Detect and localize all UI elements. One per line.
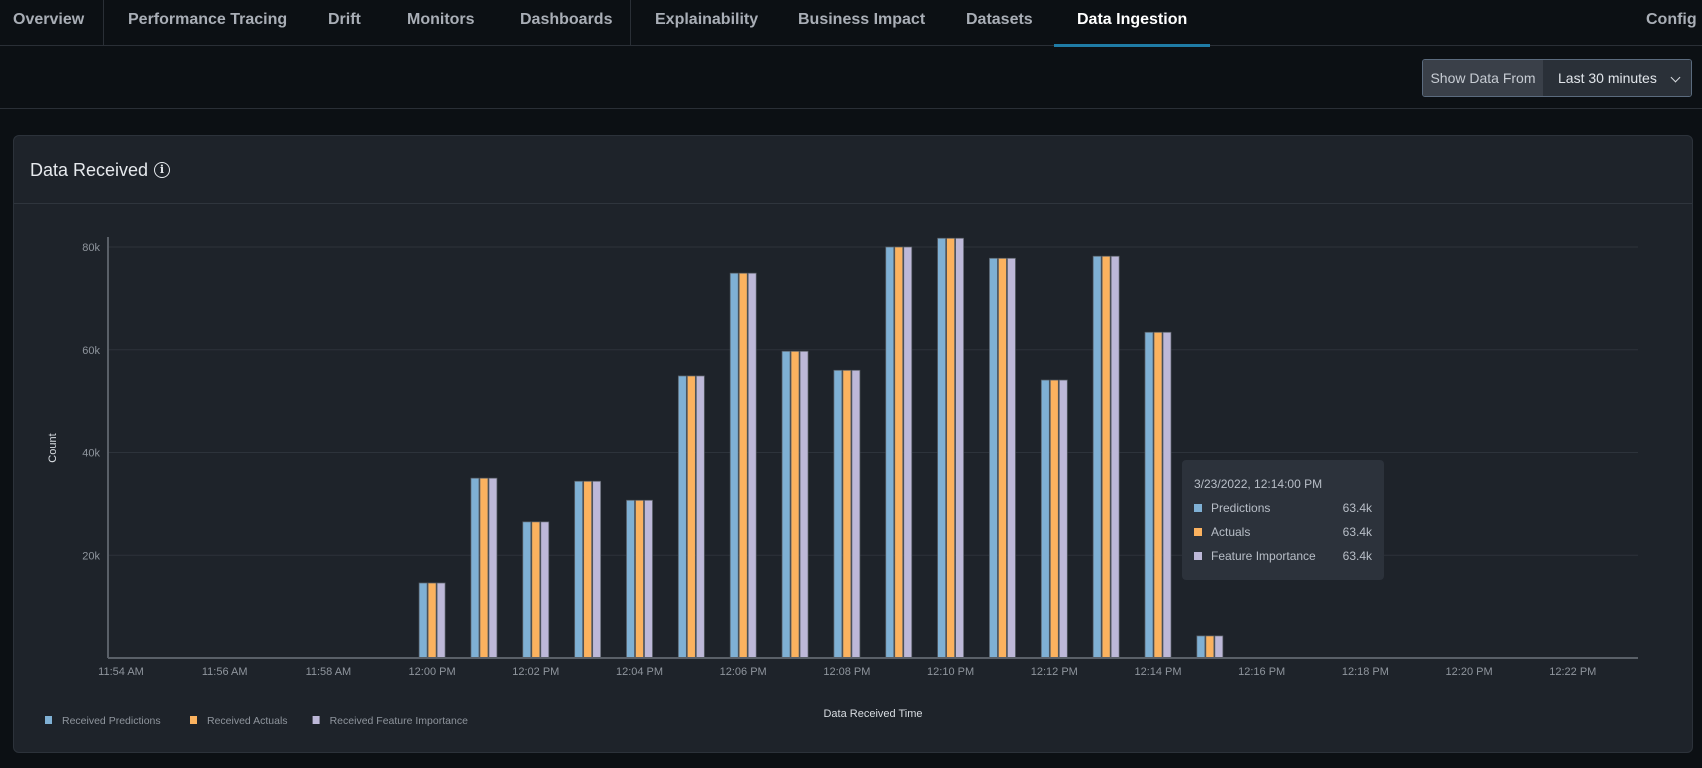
- x-tick-label: 12:22 PM: [1549, 666, 1596, 678]
- bar-received-actuals: [842, 369, 852, 659]
- bar-received-predictions: [1092, 255, 1102, 659]
- y-tick-label: 20k: [82, 550, 100, 562]
- tooltip-series-value: 63.4k: [1342, 549, 1372, 563]
- bar-received-actuals: [583, 480, 593, 659]
- bar-received-predictions: [1040, 379, 1050, 659]
- x-tick-label: 12:06 PM: [720, 666, 767, 678]
- x-tick-label: 12:18 PM: [1342, 666, 1389, 678]
- bar-received-actuals: [946, 237, 955, 659]
- bar-received-actuals: [635, 499, 644, 659]
- x-tick-label: 12:02 PM: [512, 666, 559, 678]
- legend-swatch-icon: [45, 716, 52, 724]
- bar-received-actuals: [998, 257, 1007, 659]
- bar-received-feature-importance: [436, 582, 446, 659]
- bar-received-actuals: [738, 272, 748, 659]
- x-tick-label: 12:08 PM: [823, 666, 870, 678]
- y-tick-label: 40k: [82, 448, 100, 460]
- bar-received-predictions: [989, 257, 998, 659]
- bar-received-predictions: [418, 582, 428, 659]
- bar-received-predictions: [937, 237, 946, 659]
- tooltip-row-predictions: Predictions 63.4k: [1194, 501, 1372, 517]
- actuals-swatch-icon: [1194, 528, 1202, 536]
- bar-received-actuals: [1205, 635, 1215, 659]
- chart-tooltip: 3/23/2022, 12:14:00 PM Predictions 63.4k…: [1182, 460, 1384, 580]
- x-tick-label: 12:20 PM: [1446, 666, 1493, 678]
- bar-received-predictions: [522, 521, 532, 659]
- bar-received-feature-importance: [644, 499, 653, 659]
- bar-received-feature-importance: [747, 272, 757, 659]
- bar-received-predictions: [470, 477, 480, 659]
- bar-received-actuals: [1049, 379, 1059, 659]
- bar-received-actuals: [531, 521, 541, 659]
- tooltip-series-value: 63.4k: [1342, 525, 1372, 539]
- bar-received-feature-importance: [851, 369, 861, 659]
- bar-received-predictions: [833, 369, 843, 659]
- predictions-swatch-icon: [1194, 504, 1202, 512]
- bar-received-actuals: [1101, 255, 1111, 659]
- x-tick-label: 12:10 PM: [927, 666, 974, 678]
- legend-item: Received Feature Importance: [330, 715, 468, 727]
- bar-received-feature-importance: [488, 477, 498, 659]
- bar-received-actuals: [894, 246, 904, 659]
- bar-received-actuals: [1153, 331, 1163, 659]
- bar-received-feature-importance: [1162, 331, 1172, 659]
- data-received-chart: 20k 40k 60k 80k 11:54 AM 11:56 AM 11:58 AM 12:0…: [45, 237, 1638, 727]
- bar-received-feature-importance: [1058, 379, 1068, 659]
- bar-received-actuals: [686, 375, 696, 659]
- feature-importance-swatch-icon: [1194, 552, 1202, 560]
- bar-received-feature-importance: [799, 350, 809, 659]
- x-tick-label: 12:00 PM: [409, 666, 456, 678]
- x-tick-label: 11:58 AM: [306, 666, 352, 678]
- tooltip-date: 3/23/2022, 12:14:00 PM: [1194, 477, 1323, 491]
- bar-received-feature-importance: [540, 521, 550, 659]
- tooltip-series-value: 63.4k: [1342, 501, 1372, 515]
- bar-received-feature-importance: [903, 246, 913, 659]
- x-tick-label: 12:12 PM: [1031, 666, 1078, 678]
- tooltip-series-name: Actuals: [1211, 525, 1251, 539]
- bar-received-predictions: [574, 480, 584, 659]
- bar-received-actuals: [427, 582, 437, 659]
- x-tick-label: 12:04 PM: [616, 666, 663, 678]
- x-tick-label: 11:54 AM: [98, 666, 144, 678]
- bar-received-predictions: [677, 375, 687, 659]
- legend-item: Received Actuals: [207, 715, 288, 727]
- bar-received-predictions: [885, 246, 895, 659]
- bar-received-predictions: [626, 499, 635, 659]
- x-axis-title: Data Received Time: [823, 708, 922, 720]
- bar-received-feature-importance: [695, 375, 705, 659]
- legend-swatch-icon: [190, 716, 197, 724]
- bar-received-predictions: [1144, 331, 1154, 659]
- tooltip-row-feature-importance: Feature Importance 63.4k: [1194, 549, 1372, 565]
- bar-received-actuals: [790, 350, 800, 659]
- legend-item: Received Predictions: [62, 715, 161, 727]
- y-tick-label: 60k: [82, 345, 100, 357]
- bar-received-predictions: [1196, 635, 1206, 659]
- tooltip-series-name: Feature Importance: [1211, 549, 1316, 563]
- tooltip-series-name: Predictions: [1211, 501, 1271, 515]
- bar-received-predictions: [729, 272, 739, 659]
- bar-received-feature-importance: [955, 237, 964, 659]
- bar-received-feature-importance: [1110, 255, 1120, 659]
- y-axis-title: Count: [47, 433, 59, 462]
- bar-received-feature-importance: [1214, 635, 1224, 659]
- legend-swatch-icon: [312, 716, 320, 724]
- tooltip-row-actuals: Actuals 63.4k: [1194, 525, 1372, 541]
- x-tick-label: 11:56 AM: [202, 666, 248, 678]
- bar-received-feature-importance: [1007, 257, 1016, 659]
- bar-received-feature-importance: [592, 480, 602, 659]
- y-tick-label: 80k: [82, 242, 100, 254]
- bar-received-actuals: [479, 477, 489, 659]
- x-tick-label: 12:14 PM: [1134, 666, 1181, 678]
- x-tick-label: 12:16 PM: [1238, 666, 1285, 678]
- bar-received-predictions: [781, 350, 791, 659]
